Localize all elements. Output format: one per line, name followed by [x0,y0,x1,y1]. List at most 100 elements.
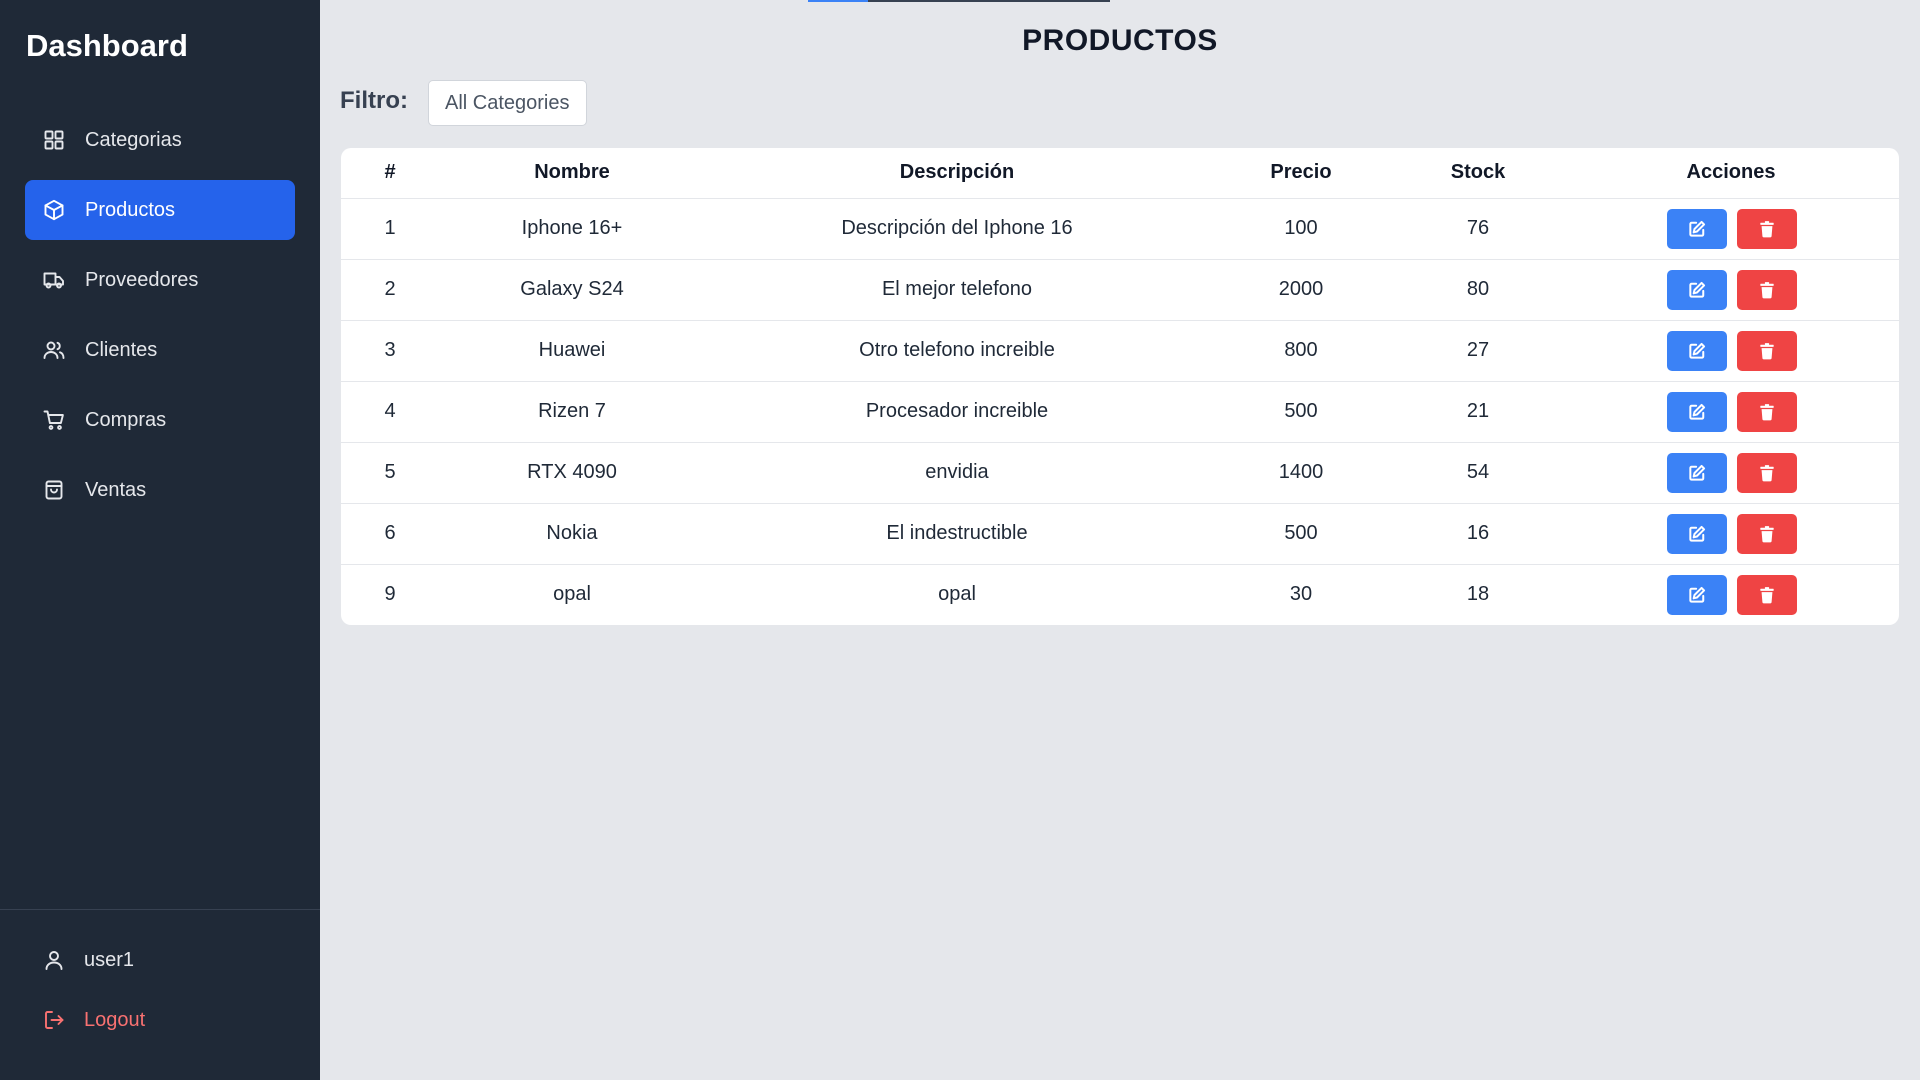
cell-number: 4 [341,381,439,443]
delete-button[interactable] [1737,513,1797,554]
main-content: PRODUCTOS Filtro: All Categories # Nombr… [320,0,1920,1080]
row-actions [1563,574,1899,615]
cart-icon [41,407,67,433]
cell-acciones [1563,503,1899,565]
cell-stock: 21 [1393,381,1563,443]
edit-button[interactable] [1667,452,1727,493]
trash-icon [1757,341,1777,361]
cell-number: 9 [384,583,396,606]
delete-button[interactable] [1737,208,1797,249]
sidebar-item-productos[interactable]: Productos [25,180,295,240]
cell-precio: 30 [1289,583,1313,606]
trash-icon [1757,280,1777,300]
sidebar-item-categorias[interactable]: Categorias [25,110,295,170]
user-name: user1 [84,948,135,971]
sidebar-item-label: Productos [85,198,176,221]
sidebar-item-label: Ventas [85,478,147,501]
cell-stock: 18 [1466,583,1490,606]
cell-nombre: Huawei [439,320,705,382]
row-actions [1563,391,1899,432]
sidebar-item-label: Proveedores [85,268,199,291]
delete-button[interactable] [1737,574,1797,615]
header-stock: Stock [1393,148,1563,199]
sidebar-item-compras[interactable]: Compras [25,390,295,450]
cell-precio: 500 [1209,381,1393,443]
logout-icon [41,1007,67,1033]
user-menu[interactable]: user1 [41,945,320,975]
cell-nombre: RTX 4090 [439,442,705,504]
cell-number: 6 [341,503,439,565]
table-row: 3 Huawei Otro telefono increible 800 27 [341,320,1899,382]
row-actions [1563,452,1899,493]
sidebar-item-proveedores[interactable]: Proveedores [25,250,295,310]
trash-icon [1757,402,1777,422]
row-actions [1563,330,1899,371]
trash-icon [1757,219,1777,239]
table-row: 2 Galaxy S24 El mejor telefono 2000 80 [341,259,1899,321]
cell-stock: 16 [1393,503,1563,565]
cell-precio: 100 [1209,198,1393,260]
edit-icon [1687,341,1707,361]
cell-precio: 500 [1209,503,1393,565]
cell-stock: 80 [1393,259,1563,321]
edit-button[interactable] [1667,391,1727,432]
edit-button[interactable] [1667,574,1727,615]
cell-descripcion: opal [938,583,976,606]
header-precio: Precio [1209,148,1393,199]
header-acciones: Acciones [1563,148,1899,199]
edit-icon [1687,280,1707,300]
delete-button[interactable] [1737,330,1797,371]
brand-title: Dashboard [26,28,188,63]
edit-button[interactable] [1667,269,1727,310]
cell-acciones [1563,442,1899,504]
cell-number: 3 [341,320,439,382]
cell-descripcion: Otro telefono increible [705,320,1209,382]
sidebar-item-label: Compras [85,408,167,431]
header-descripcion: Descripción [705,148,1209,199]
sidebar-item-clientes[interactable]: Clientes [25,320,295,380]
cell-acciones [1563,381,1899,443]
filter-row: Filtro: All Categories [340,80,587,126]
table-row: 4 Rizen 7 Procesador increible 500 21 [341,381,1899,443]
cell-number: 2 [341,259,439,321]
edit-icon [1687,219,1707,239]
trash-icon [1757,585,1777,605]
loading-bar [808,0,1110,2]
cube-icon [41,197,67,223]
row-actions [1563,513,1899,554]
app: Dashboard Categorias Productos Proveedor… [0,0,1920,1080]
sidebar-item-ventas[interactable]: Ventas [25,460,295,520]
edit-icon [1687,585,1707,605]
cell-number: 5 [341,442,439,504]
cell-acciones [1563,259,1899,321]
edit-button[interactable] [1667,330,1727,371]
cell-precio: 2000 [1209,259,1393,321]
logout-button[interactable]: Logout [41,1005,320,1035]
sidebar-item-label: Clientes [85,338,158,361]
row-actions [1563,269,1899,310]
category-filter-select[interactable]: All Categories [427,80,587,126]
table-body: 1 Iphone 16+ Descripción del Iphone 16 100 7… [341,198,1899,625]
edit-button[interactable] [1667,513,1727,554]
edit-button[interactable] [1667,208,1727,249]
cell-acciones [1563,320,1899,382]
edit-icon [1687,463,1707,483]
cell-descripcion: El mejor telefono [705,259,1209,321]
category-filter-value: All Categories [444,91,570,114]
header-number: # [341,148,439,199]
row-actions [1563,208,1899,249]
cell-number: 1 [341,198,439,260]
page-title: PRODUCTOS [1022,24,1218,57]
delete-button[interactable] [1737,269,1797,310]
logout-label: Logout [84,1008,146,1031]
table-row: 9 opal opal 30 18 [341,564,1899,625]
delete-button[interactable] [1737,391,1797,432]
cell-descripcion: Descripción del Iphone 16 [705,198,1209,260]
user-icon [41,947,67,973]
cell-descripcion: envidia [705,442,1209,504]
cell-nombre: Iphone 16+ [439,198,705,260]
sidebar-nav: Categorias Productos Proveedores Cliente… [0,110,320,530]
delete-button[interactable] [1737,452,1797,493]
cell-precio: 800 [1209,320,1393,382]
table-row: 6 Nokia El indestructible 500 16 [341,503,1899,565]
